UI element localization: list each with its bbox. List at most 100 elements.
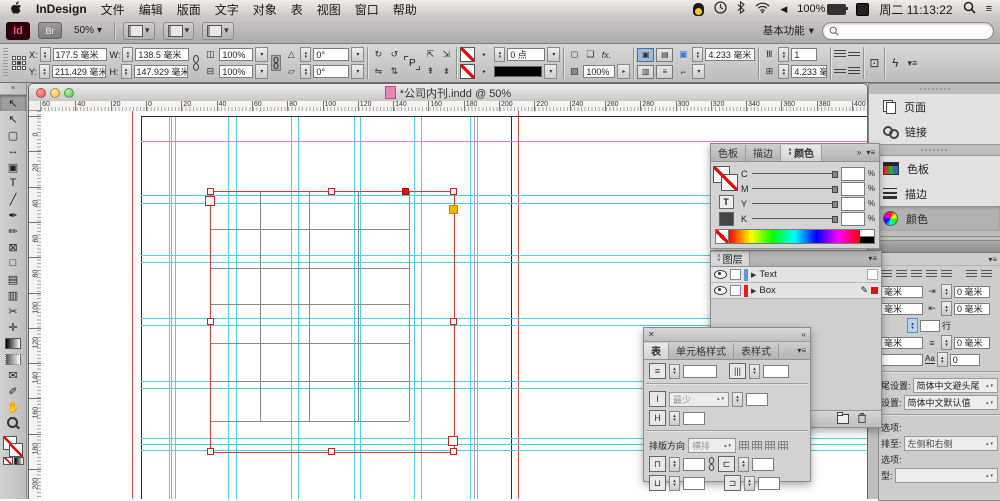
selection-handle[interactable] xyxy=(206,187,214,195)
space-after-stepper[interactable] xyxy=(941,335,952,350)
column-width-field[interactable] xyxy=(683,411,705,425)
yellow-slider[interactable] xyxy=(752,201,838,208)
fx-icon[interactable]: fx. xyxy=(599,48,613,61)
zoom-window-button[interactable] xyxy=(64,87,74,98)
pencil-tool[interactable]: ✏ xyxy=(0,223,26,239)
tab-color[interactable]: ∧ ∨ 颜色 xyxy=(781,144,823,161)
lock-box[interactable] xyxy=(730,269,741,280)
zoom-tool[interactable] xyxy=(0,415,26,431)
grid-lines-stepper[interactable] xyxy=(907,318,918,333)
text-color-icon[interactable]: T xyxy=(718,195,734,209)
scale-x-dropdown[interactable]: ▾ xyxy=(255,47,269,62)
black-slider[interactable] xyxy=(752,216,838,223)
menu-edit[interactable]: 编辑 xyxy=(139,1,163,18)
row-resize-handle[interactable] xyxy=(448,436,458,446)
rotation-stepper[interactable] xyxy=(300,47,312,62)
toolbar-stroke-swatch[interactable] xyxy=(9,443,23,457)
align-away-spine-icon[interactable] xyxy=(981,270,992,279)
scissors-tool[interactable]: ✂ xyxy=(0,303,26,319)
inset-link-icon[interactable] xyxy=(708,456,715,472)
type-tool[interactable]: T xyxy=(0,175,26,191)
drop-cap-stepper[interactable] xyxy=(936,352,948,367)
right-indent-field[interactable]: 毫米 xyxy=(881,302,923,315)
view-options-button[interactable]: ▾ xyxy=(123,21,155,40)
row-height-mode-dropdown[interactable]: 最少 ▲▼ xyxy=(669,391,729,407)
drop-cap-lines-field[interactable] xyxy=(881,353,923,366)
table-columns-field[interactable] xyxy=(763,364,789,378)
input-method-icon[interactable] xyxy=(856,2,870,16)
contour-type-dropdown[interactable]: ▲▼ xyxy=(894,468,998,483)
gradient-feather-tool[interactable] xyxy=(0,351,26,367)
free-transform-tool[interactable]: ✛ xyxy=(0,319,26,335)
rectangle-frame-tool[interactable]: ⊠ xyxy=(0,239,26,255)
rows-stepper[interactable] xyxy=(669,363,680,379)
drop-cap-chars-field[interactable]: 0 xyxy=(949,353,980,366)
opacity-dropdown[interactable]: ▸ xyxy=(617,64,631,79)
tools-panel-grip[interactable]: ≡ xyxy=(0,83,26,95)
align-grid-center-icon[interactable] xyxy=(752,441,763,450)
corner-radius-field[interactable]: 4.233 毫米 xyxy=(705,48,756,61)
page-tool[interactable]: ▢ xyxy=(0,127,26,143)
stroke-weight-field[interactable]: 0 点 xyxy=(507,48,546,61)
corner-radius-stepper[interactable] xyxy=(692,47,704,62)
vertical-grid-tool[interactable]: ▥ xyxy=(0,287,26,303)
dock-item-links[interactable]: 链接 xyxy=(869,119,1000,144)
timemachine-icon[interactable] xyxy=(714,1,727,17)
inset-right-field[interactable] xyxy=(758,476,780,490)
scale-y-field[interactable]: 100% xyxy=(219,65,254,78)
kinsoku-dropdown[interactable]: 简体中文避头尾 ▲▼ xyxy=(912,378,998,393)
dock-item-pages[interactable]: 页面 xyxy=(869,94,1000,119)
inset-left-stepper[interactable] xyxy=(738,456,749,472)
magenta-value-field[interactable] xyxy=(840,181,865,196)
eyedropper-tool[interactable]: ✐ xyxy=(0,383,26,399)
tab-table[interactable]: 表 xyxy=(644,342,669,359)
fill-swatch-none[interactable] xyxy=(460,47,476,62)
dock-item-stroke[interactable]: 描边 xyxy=(869,181,1000,206)
wrap-object-button[interactable]: ▥ xyxy=(637,64,655,79)
arrange-documents-button[interactable]: ▾ xyxy=(202,21,234,40)
effects-object-icon[interactable]: ◻ xyxy=(567,48,581,61)
gutter-stepper[interactable] xyxy=(778,64,790,79)
last-line-indent-field[interactable]: 0 毫米 xyxy=(954,302,990,315)
gap-tool[interactable]: ↔ xyxy=(0,143,26,159)
expand-arrow-icon[interactable]: ▶ xyxy=(751,287,756,295)
columns-stepper[interactable] xyxy=(778,47,790,62)
panel-grip[interactable] xyxy=(3,48,8,78)
collapse-panel-icon[interactable]: « xyxy=(802,330,806,339)
column-guide[interactable] xyxy=(474,116,475,499)
selection-handle[interactable] xyxy=(327,447,335,455)
tab-cell-styles[interactable]: 单元格样式 xyxy=(669,342,734,359)
battery-indicator[interactable]: 100% xyxy=(797,3,849,15)
none-swatch[interactable] xyxy=(716,230,729,243)
menu-type[interactable]: 文字 xyxy=(215,1,239,18)
rotation-field[interactable]: 0° xyxy=(313,48,350,61)
selection-handle[interactable] xyxy=(206,317,214,325)
selection-frame[interactable] xyxy=(210,191,455,453)
ruler-guide[interactable] xyxy=(169,116,170,499)
visibility-eye-icon[interactable] xyxy=(714,270,727,279)
direct-selection-tool[interactable]: ↖ xyxy=(0,111,26,127)
stroke-swatch-none[interactable] xyxy=(460,64,476,79)
stroke-weight-stepper[interactable] xyxy=(494,47,506,62)
y-stepper[interactable] xyxy=(39,64,51,79)
y-field[interactable]: 211.429 毫米 xyxy=(52,65,107,78)
selection-handle[interactable] xyxy=(449,317,457,325)
selection-handle[interactable] xyxy=(327,187,335,195)
menu-layout[interactable]: 版面 xyxy=(177,1,201,18)
space-before-field[interactable]: 毫米 xyxy=(881,336,923,349)
inset-top-field[interactable] xyxy=(683,457,705,471)
wrap-to-dropdown[interactable]: 左侧和右侧 ▲▼ xyxy=(903,436,998,451)
search-input[interactable] xyxy=(822,21,994,40)
cyan-value-field[interactable] xyxy=(840,166,865,181)
drop-shadow-icon[interactable]: ❏ xyxy=(583,48,597,61)
tab-table-styles[interactable]: 表样式 xyxy=(734,342,779,359)
cyan-slider[interactable] xyxy=(752,171,838,178)
bleed-guide[interactable] xyxy=(132,111,133,499)
x-stepper[interactable] xyxy=(39,47,51,62)
menu-help[interactable]: 帮助 xyxy=(393,1,417,18)
constrain-proportions-icon[interactable] xyxy=(192,54,200,72)
ruler-corner-box[interactable] xyxy=(29,101,41,111)
document-titlebar[interactable]: *公司内刊.indd @ 50% xyxy=(29,84,867,102)
mojikumi-dropdown[interactable]: 简体中文默认值 ▲▼ xyxy=(903,395,998,410)
spotlight-icon[interactable] xyxy=(963,1,976,17)
